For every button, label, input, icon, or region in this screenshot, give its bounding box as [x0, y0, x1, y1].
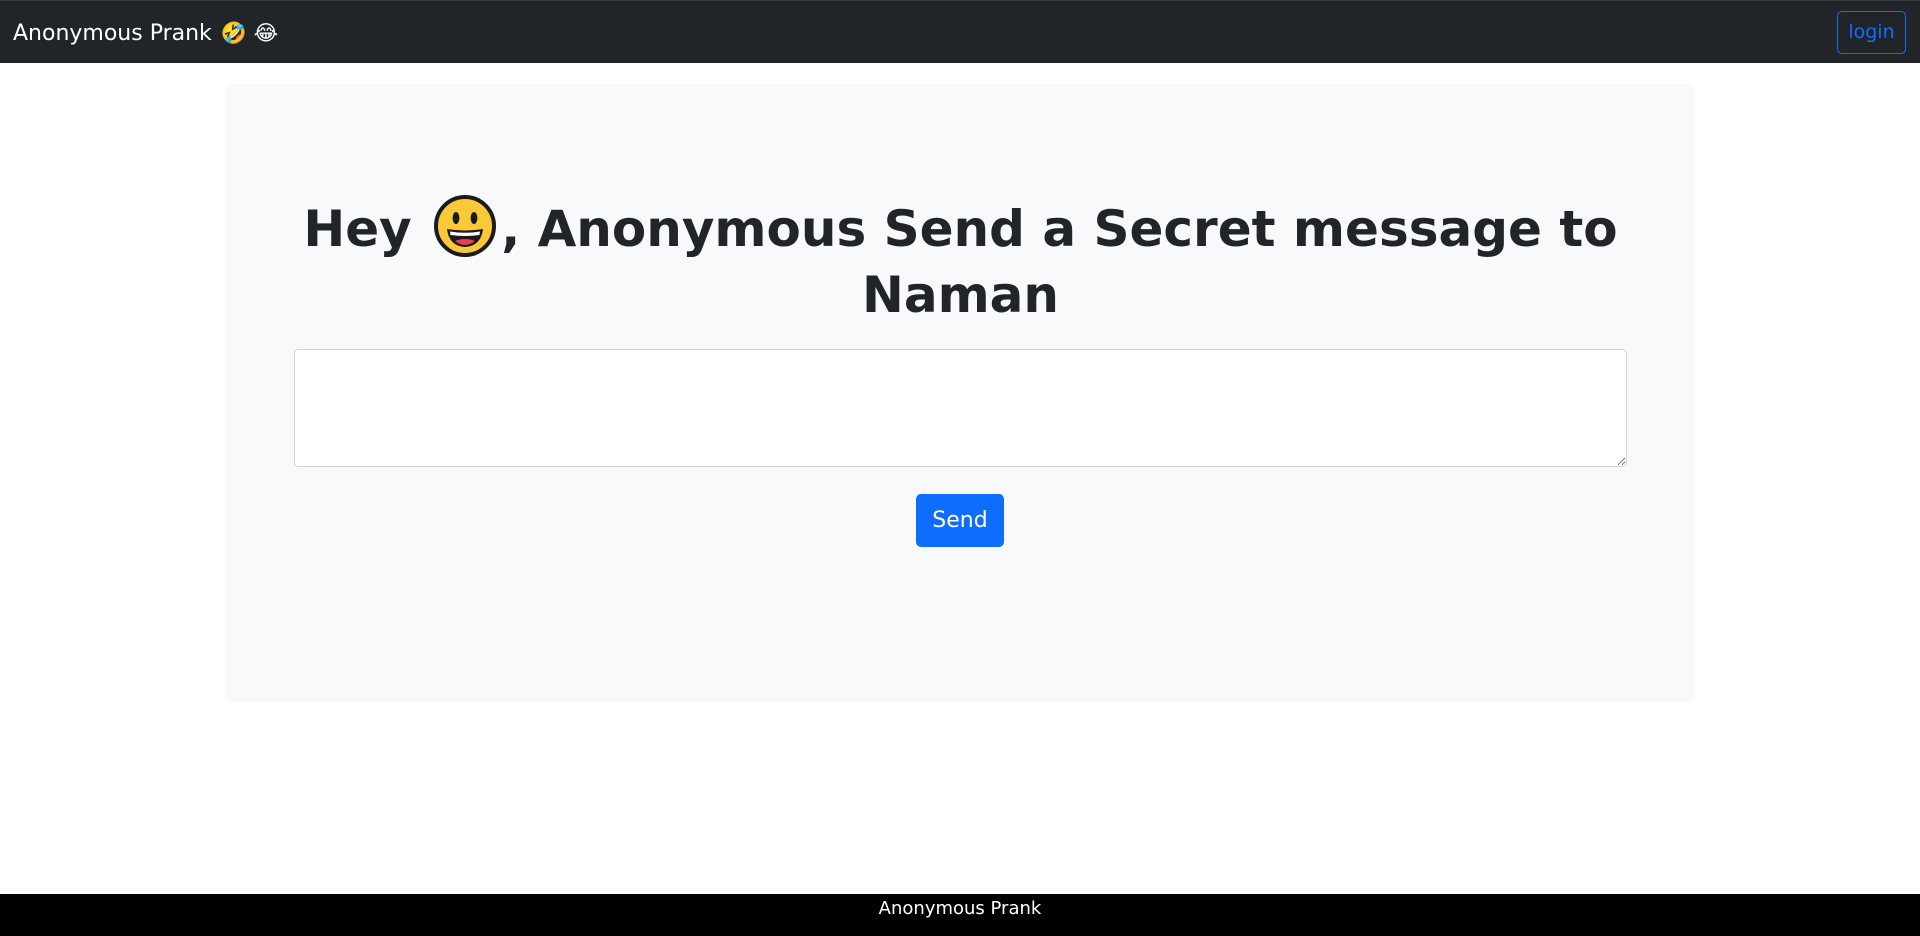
footer-text: Anonymous Prank	[878, 898, 1042, 919]
message-panel: Hey , Anonymous Send a Secret message to…	[226, 84, 1695, 702]
send-button[interactable]: Send	[916, 494, 1004, 547]
top-navbar: Anonymous Prank 🤣 😂 login	[0, 0, 1920, 63]
brand-link[interactable]: Anonymous Prank 🤣 😂	[13, 18, 278, 49]
secret-message-input[interactable]	[294, 349, 1627, 467]
page-title: Hey , Anonymous Send a Secret message to…	[226, 194, 1695, 328]
brand-name: Anonymous Prank	[13, 21, 212, 46]
footer: Anonymous Prank	[0, 894, 1920, 936]
login-button[interactable]: login	[1837, 11, 1906, 54]
headline-text: , Anonymous Send a Secret message to Nam…	[501, 200, 1618, 324]
laughing-emoji-icon: 🤣 😂	[220, 21, 279, 45]
headline-prefix: Hey	[303, 200, 430, 258]
grinning-face-icon	[434, 195, 497, 257]
